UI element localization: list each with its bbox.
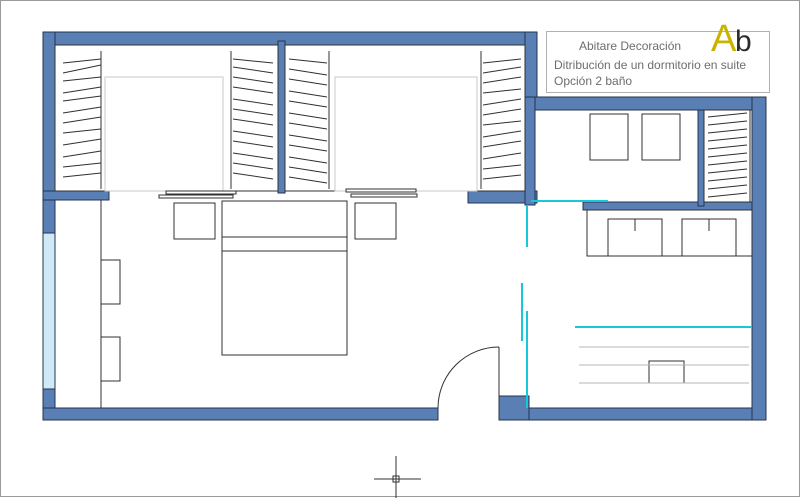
bidet — [641, 113, 681, 161]
logo-letter-b: b — [735, 25, 752, 58]
wall-closet-base-left — [42, 190, 110, 201]
nightstand-right — [354, 202, 397, 240]
wall-bath-left — [524, 96, 536, 206]
title-block: Abitare Decoración A b Ditribución de un… — [546, 20, 770, 93]
closet-left — [54, 44, 279, 192]
wall-closet-divider — [277, 40, 286, 194]
nightstand-left — [173, 202, 216, 240]
wall-bottom-left — [42, 407, 439, 421]
wardrobe-drawer-1 — [100, 259, 121, 305]
wardrobe-drawer-2 — [100, 336, 121, 382]
logo-letter-a: A — [711, 18, 737, 60]
wall-shower-base — [582, 201, 753, 211]
plan-title: Ditribución de un dormitorio en suite — [554, 58, 747, 72]
toilet — [589, 113, 629, 161]
wall-top-left — [42, 31, 538, 46]
bed-headboard — [221, 200, 348, 238]
wall-closet-right — [524, 31, 538, 105]
bedroom-door — [437, 346, 500, 409]
floor-plan-canvas: Abitare Decoración A b Ditribución de un… — [0, 0, 800, 498]
brand-name: Abitare Decoración — [579, 39, 682, 53]
bath-bench — [648, 360, 685, 384]
wall-shower-side — [697, 109, 705, 207]
bedroom-furniture — [100, 200, 397, 408]
crosshair-icon — [374, 456, 421, 498]
wall-right — [751, 96, 767, 421]
wall-bath-left-low — [498, 395, 530, 421]
bathroom — [586, 109, 753, 384]
wall-bottom-right — [498, 407, 766, 421]
wall-bath-top — [524, 96, 767, 111]
plan-subtitle: Opción 2 baño — [554, 74, 633, 88]
window-left — [42, 232, 56, 390]
